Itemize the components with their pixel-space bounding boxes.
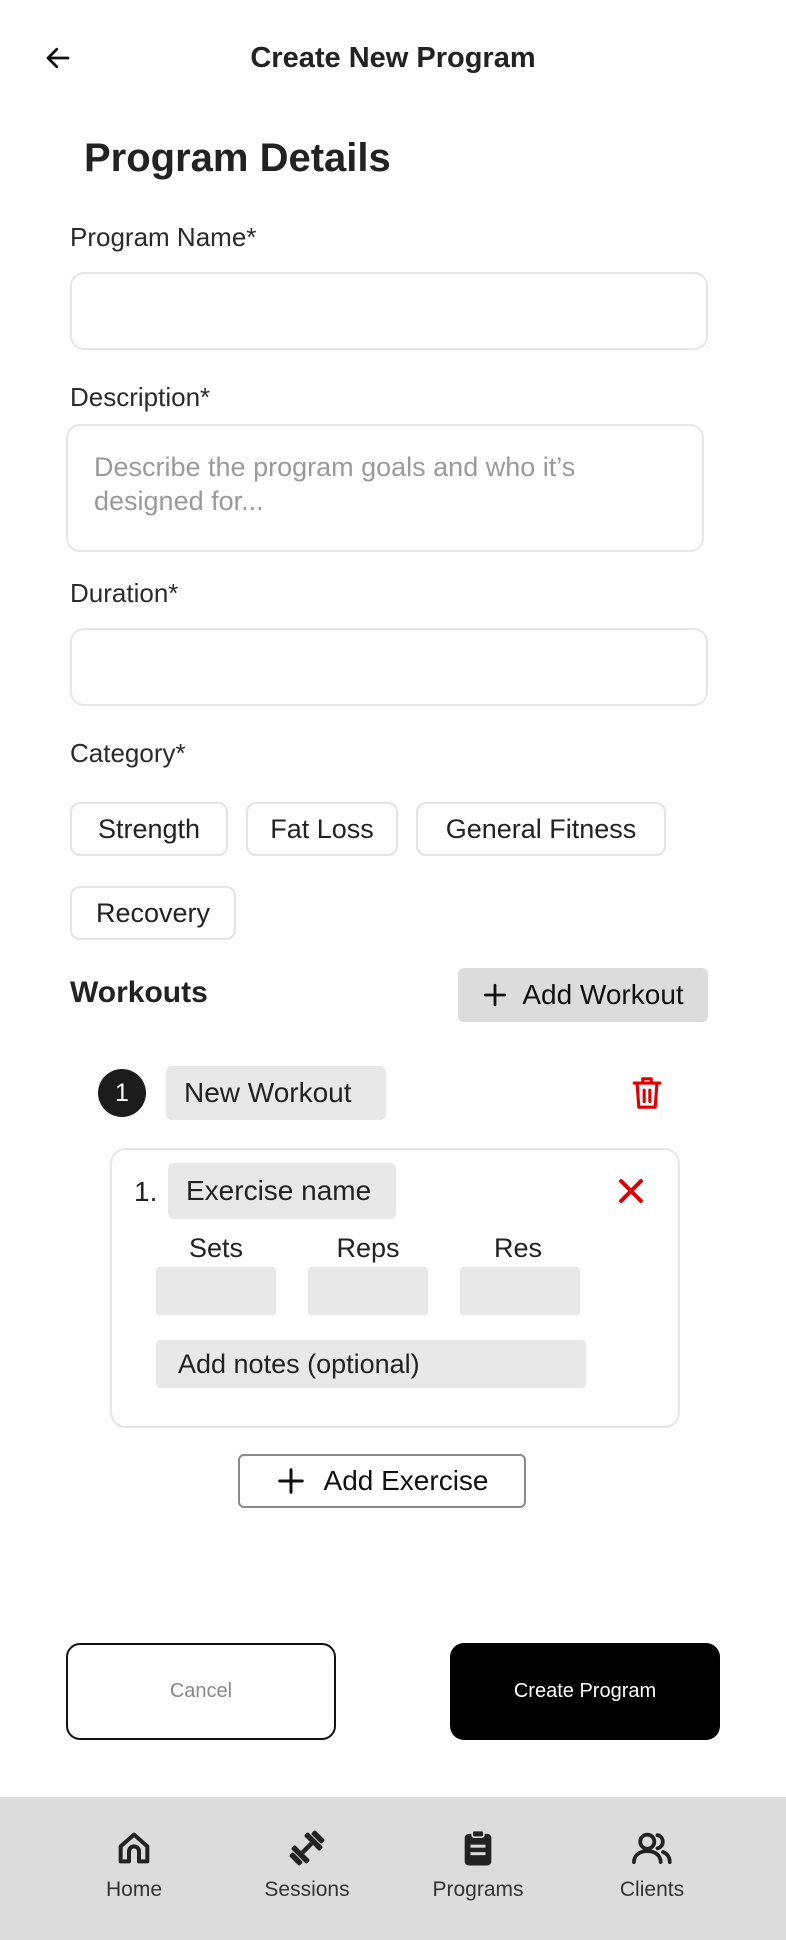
tab-clients[interactable]: Clients: [582, 1826, 722, 1916]
plus-icon: [484, 983, 507, 1007]
delete-workout-button[interactable]: [630, 1074, 664, 1112]
sets-input[interactable]: [156, 1267, 276, 1315]
tab-sessions[interactable]: Sessions: [237, 1826, 377, 1916]
exercise-number: 1.: [134, 1176, 158, 1207]
exercise-notes-input[interactable]: Add notes (optional): [156, 1340, 586, 1388]
remove-exercise-button[interactable]: [614, 1174, 648, 1208]
category-label: Category*: [70, 738, 186, 768]
program-name-input[interactable]: [70, 272, 708, 350]
description-textarea[interactable]: Describe the program goals and who it’s …: [66, 424, 704, 552]
program-name-label: Program Name*: [70, 222, 257, 252]
clipboard-icon: [456, 1826, 500, 1870]
tab-programs[interactable]: Programs: [408, 1826, 548, 1916]
tab-home[interactable]: Home: [64, 1826, 204, 1916]
workouts-title: Workouts: [70, 976, 208, 1009]
section-title: Program Details: [84, 136, 391, 180]
rest-input[interactable]: [460, 1267, 580, 1315]
close-icon: [619, 1179, 643, 1203]
add-workout-label: Add Workout: [522, 979, 684, 1010]
category-chip-general-fitness[interactable]: General Fitness: [416, 802, 666, 856]
create-program-button[interactable]: Create Program: [450, 1643, 720, 1740]
sets-label: Sets: [188, 1233, 244, 1263]
category-chip-fat-loss[interactable]: Fat Loss: [246, 802, 398, 856]
plus-icon: [277, 1468, 304, 1494]
page-title: Create New Program: [250, 42, 536, 74]
tab-programs-label: Programs: [432, 1878, 524, 1901]
users-icon: [630, 1826, 674, 1870]
duration-input[interactable]: [70, 628, 708, 706]
category-chip-strength[interactable]: Strength: [70, 802, 228, 856]
workout-number-badge: 1: [98, 1069, 146, 1117]
duration-label: Duration*: [70, 578, 179, 608]
tab-home-label: Home: [105, 1878, 163, 1901]
add-exercise-button[interactable]: Add Exercise: [238, 1454, 526, 1508]
category-chip-recovery[interactable]: Recovery: [70, 886, 236, 940]
add-exercise-label: Add Exercise: [323, 1465, 489, 1496]
cancel-button[interactable]: Cancel: [66, 1643, 336, 1740]
trash-icon: [632, 1077, 662, 1109]
reps-label: Reps: [336, 1233, 400, 1263]
add-workout-button[interactable]: Add Workout: [458, 968, 708, 1022]
exercise-name-input[interactable]: Exercise name: [168, 1163, 396, 1219]
tab-clients-label: Clients: [619, 1878, 685, 1901]
workout-name-input[interactable]: New Workout: [166, 1066, 386, 1120]
rest-label: Res: [493, 1233, 542, 1263]
reps-input[interactable]: [308, 1267, 428, 1315]
home-icon: [112, 1826, 156, 1870]
description-label: Description*: [70, 382, 211, 412]
tab-sessions-label: Sessions: [264, 1878, 350, 1901]
dumbbell-icon: [285, 1826, 329, 1870]
